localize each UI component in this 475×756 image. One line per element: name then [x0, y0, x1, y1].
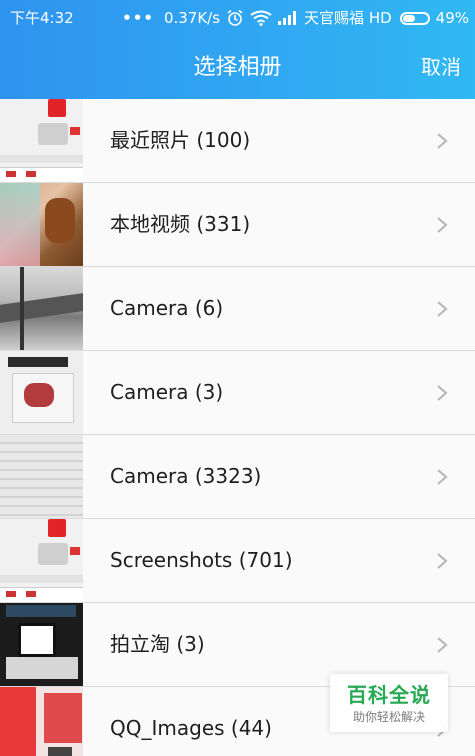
battery-fill [402, 14, 416, 22]
album-item-camera-3[interactable]: Camera (3) [0, 351, 475, 435]
status-time: 下午4:32 [10, 9, 74, 27]
battery-percent: 49% [435, 9, 469, 27]
chevron-right-icon [437, 637, 448, 653]
battery-icon [399, 11, 430, 25]
page-title: 选择相册 [193, 55, 282, 80]
album-label: Camera (3323) [110, 464, 262, 488]
album-label: 本地视频 (331) [110, 212, 251, 236]
album-label: Camera (6) [110, 296, 224, 320]
album-item-camera-6[interactable]: Camera (6) [0, 267, 475, 351]
watermark-subtitle: 助你轻松解决 [352, 710, 425, 724]
more-dots-icon: ••• [122, 9, 154, 27]
status-bar: 下午4:32 ••• 0.37K/s 天官赐福 HD 49% [0, 0, 475, 36]
album-item-local-video[interactable]: 本地视频 (331) [0, 183, 475, 267]
cancel-button[interactable]: 取消 [421, 36, 461, 99]
album-list: 最近照片 (100) 本地视频 (331) Camera (6) Camera … [0, 99, 475, 756]
alarm-icon [227, 9, 243, 26]
signal-icon [278, 11, 297, 25]
album-label: QQ_Images (44) [110, 716, 272, 740]
album-thumbnail [0, 183, 83, 266]
header: 下午4:32 ••• 0.37K/s 天官赐福 HD 49% 选择相册 取消 [0, 0, 475, 99]
carrier-name: 天官赐福 HD [304, 9, 392, 27]
album-item-camera-3323[interactable]: Camera (3323) [0, 435, 475, 519]
title-bar: 选择相册 取消 [0, 36, 475, 99]
chevron-right-icon [437, 217, 448, 233]
album-thumbnail [0, 435, 83, 518]
wifi-icon [250, 10, 272, 26]
album-thumbnail [0, 267, 83, 350]
album-item-recent[interactable]: 最近照片 (100) [0, 99, 475, 183]
album-thumbnail [0, 99, 83, 182]
album-thumbnail [0, 603, 83, 686]
chevron-right-icon [437, 553, 448, 569]
status-icons: ••• 0.37K/s 天官赐福 HD 49% [122, 0, 469, 36]
album-thumbnail [0, 687, 83, 756]
album-label: 拍立淘 (3) [110, 632, 205, 656]
chevron-right-icon [437, 301, 448, 317]
chevron-right-icon [437, 385, 448, 401]
watermark-title: 百科全说 [347, 683, 431, 707]
network-speed: 0.37K/s [163, 9, 221, 27]
chevron-right-icon [437, 133, 448, 149]
album-label: Screenshots (701) [110, 548, 293, 572]
album-label: Camera (3) [110, 380, 224, 404]
album-item-screenshots[interactable]: Screenshots (701) [0, 519, 475, 603]
album-thumbnail [0, 519, 83, 602]
album-label: 最近照片 (100) [110, 128, 251, 152]
watermark-logo: 百科全说 助你轻松解决 [330, 674, 448, 732]
chevron-right-icon [437, 469, 448, 485]
album-thumbnail [0, 351, 83, 434]
